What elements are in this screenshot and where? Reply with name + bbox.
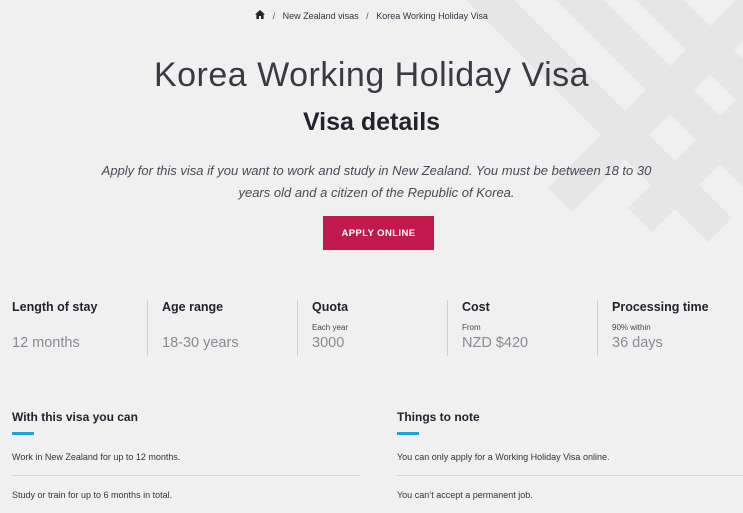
fact-cost: Cost From NZD $420 <box>447 300 596 356</box>
fact-label: Quota <box>312 300 349 314</box>
fact-note: Each year <box>312 323 349 332</box>
heading-accent-bar <box>397 432 419 435</box>
list-item: You can only apply for a Working Holiday… <box>397 452 743 476</box>
fact-processing-time: Processing time 90% within 36 days <box>597 300 743 356</box>
fact-value: 3000 <box>312 335 345 351</box>
fact-value: 36 days <box>612 335 663 351</box>
breadcrumb-separator: / <box>366 10 369 21</box>
fact-quota: Quota Each year 3000 <box>297 300 446 356</box>
home-icon <box>255 10 266 20</box>
heading-accent-bar <box>12 432 34 435</box>
apply-online-button[interactable]: APPLY ONLINE <box>323 216 434 250</box>
visa-facts: Length of stay 12 months Age range 18-30… <box>0 300 743 356</box>
with-this-visa-section: With this visa you can Work in New Zeala… <box>12 410 360 513</box>
section-heading: With this visa you can <box>12 410 138 424</box>
fact-value: NZD $420 <box>462 335 529 351</box>
fact-label: Age range <box>162 300 224 314</box>
home-link[interactable] <box>255 10 266 21</box>
section-subtitle: Visa details <box>302 108 441 136</box>
fact-label: Processing time <box>612 300 709 314</box>
fact-length-of-stay: Length of stay 12 months <box>12 300 146 356</box>
list-item: Work in New Zealand for up to 12 months. <box>12 452 360 476</box>
breadcrumb-current-page: Korea Working Holiday Visa <box>376 10 488 21</box>
fact-note: 90% within <box>612 323 651 332</box>
notes-list: You can only apply for a Working Holiday… <box>397 452 743 513</box>
breadcrumb-new-zealand-visas[interactable]: New Zealand visas <box>283 11 359 21</box>
breadcrumb: / New Zealand visas / Korea Working Holi… <box>0 10 743 21</box>
fact-note: From <box>462 323 481 332</box>
fact-label: Length of stay <box>12 300 98 314</box>
fact-age-range: Age range 18-30 years <box>147 300 296 356</box>
things-to-note-section: Things to note You can only apply for a … <box>397 410 743 513</box>
list-item: Study or train for up to 6 months in tot… <box>12 490 173 500</box>
list-item: You can’t accept a permanent job. <box>397 490 533 500</box>
page-title: Korea Working Holiday Visa <box>153 56 590 94</box>
fact-value: 12 months <box>12 335 80 351</box>
fact-label: Cost <box>462 300 490 314</box>
intro-text: Apply for this visa if you want to work … <box>101 163 652 200</box>
breadcrumb-separator: / <box>272 10 276 21</box>
benefits-list: Work in New Zealand for up to 12 months.… <box>12 452 360 513</box>
section-heading: Things to note <box>397 410 480 424</box>
fact-value: 18-30 years <box>162 335 239 351</box>
